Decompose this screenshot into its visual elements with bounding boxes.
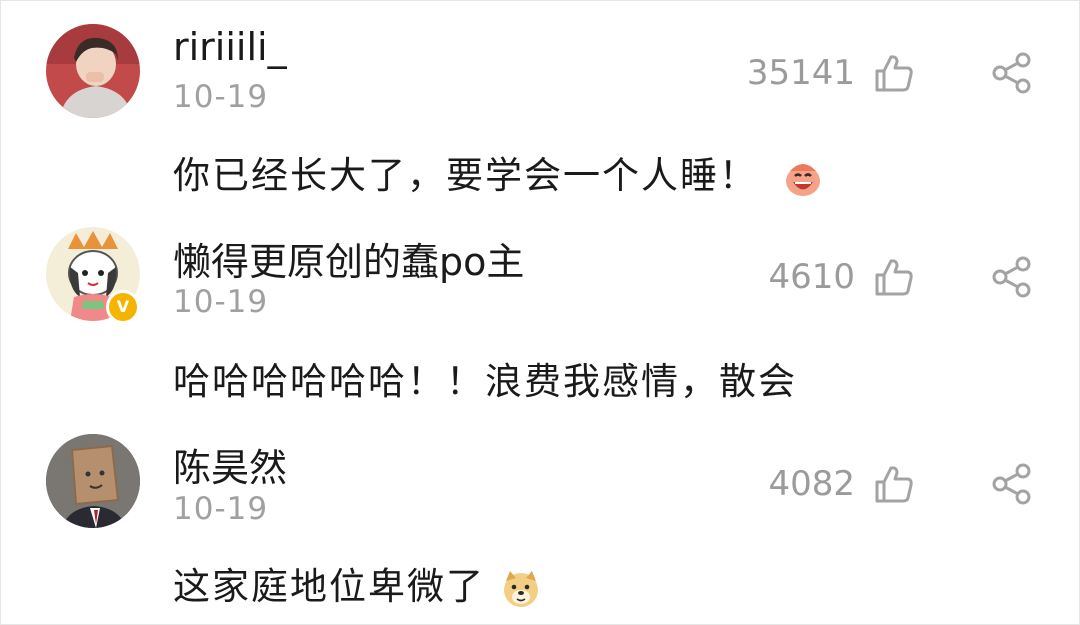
comment-text: 这家庭地位卑微了 xyxy=(173,556,541,610)
doge-emoji xyxy=(503,570,538,607)
comment-text-content: 这家庭地位卑微了 xyxy=(173,565,485,608)
share-nodes-icon[interactable] xyxy=(991,256,1033,298)
username[interactable]: ririiili_ xyxy=(173,25,287,69)
share-nodes-icon[interactable] xyxy=(991,52,1033,94)
comment-text-content: 哈哈哈哈哈哈！！浪费我感情，散会 xyxy=(173,360,797,403)
avatar[interactable] xyxy=(46,24,140,118)
share-nodes-icon[interactable] xyxy=(991,463,1033,505)
verified-badge: V xyxy=(106,290,140,324)
comment-date: 10-19 xyxy=(173,79,269,115)
thumbs-up-outline-icon[interactable] xyxy=(873,464,915,504)
comment-text: 哈哈哈哈哈哈！！浪费我感情，散会 xyxy=(173,351,797,405)
comment-text: 你已经长大了，要学会一个人睡！ xyxy=(173,145,824,199)
comment-date: 10-19 xyxy=(173,491,269,527)
username[interactable]: 懒得更原创的蠢po主 xyxy=(173,231,524,286)
like-count: 4610 xyxy=(768,257,855,297)
thumbs-up-outline-icon[interactable] xyxy=(873,53,915,93)
comment-list: ririiili_ 10-19 35141 你已经长大了，要学会一个人睡！ V … xyxy=(0,0,1080,625)
comment-text-content: 你已经长大了，要学会一个人睡！ xyxy=(173,154,758,197)
username[interactable]: 陈昊然 xyxy=(173,437,287,492)
like-count: 4082 xyxy=(768,464,855,504)
like-count: 35141 xyxy=(746,53,855,93)
comment-date: 10-19 xyxy=(173,284,269,320)
laughing-face-emoji xyxy=(785,163,820,196)
thumbs-up-outline-icon[interactable] xyxy=(873,257,915,297)
avatar[interactable] xyxy=(46,434,140,528)
